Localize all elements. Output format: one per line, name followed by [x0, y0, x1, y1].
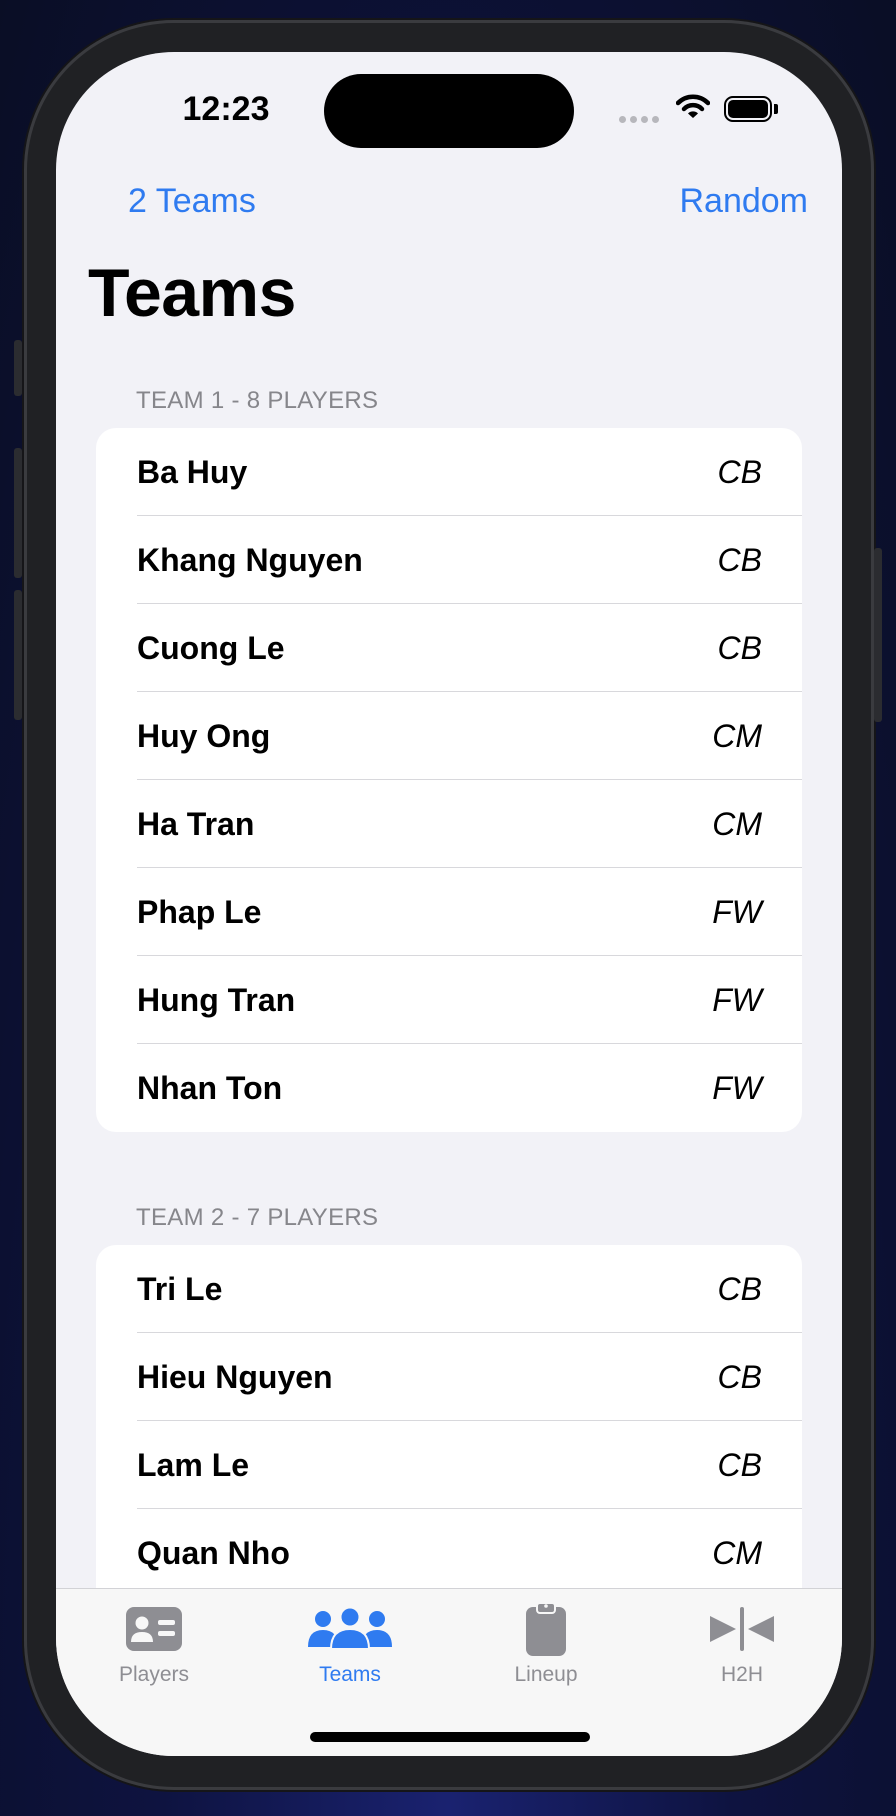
player-name: Huy Ong [137, 718, 271, 754]
team-1-header: TEAM 1 - 8 PLAYERS [136, 387, 379, 414]
player-position: CB [717, 542, 762, 578]
tab-lineup[interactable]: Lineup [448, 1589, 644, 1709]
player-name: Cuong Le [137, 630, 285, 666]
player-position: CM [712, 718, 762, 754]
page-title: Teams [88, 255, 296, 331]
volume-down-button [14, 590, 22, 720]
player-row[interactable]: Cuong Le CB [96, 604, 802, 692]
player-name: Tri Le [137, 1271, 223, 1307]
player-name: Lam Le [137, 1447, 250, 1483]
power-button [874, 548, 882, 722]
person-card-icon [56, 1599, 252, 1659]
dynamic-island [324, 74, 574, 148]
player-name: Phap Le [137, 894, 262, 930]
team-count-button[interactable]: 2 Teams [128, 182, 256, 221]
battery-tip [774, 104, 778, 114]
player-row[interactable]: Hung Tran FW [96, 956, 802, 1044]
player-name: Nhan Ton [137, 1070, 283, 1106]
cellular-signal-icon [619, 116, 661, 124]
player-row[interactable]: Khang Nguyen CB [96, 516, 802, 604]
status-time: 12:23 [182, 90, 270, 128]
player-position: CB [717, 454, 762, 490]
player-name: Ha Tran [137, 806, 255, 842]
tab-label: H2H [720, 1663, 763, 1686]
player-name: Hung Tran [137, 982, 296, 1018]
tab-label: Teams [319, 1663, 381, 1686]
tab-players[interactable]: Players [56, 1589, 252, 1709]
player-position: FW [712, 1070, 762, 1106]
team-2-list: Tri Le CB Hieu Nguyen CB Lam Le CB Quan Nho… [96, 1245, 802, 1645]
player-name: Quan Nho [137, 1535, 290, 1571]
player-row[interactable]: Nhan Ton FW [96, 1044, 802, 1132]
player-row[interactable]: Quan Nho CM [96, 1509, 802, 1597]
player-position: CB [717, 1447, 762, 1483]
tab-label: Players [118, 1663, 190, 1686]
random-button[interactable]: Random [679, 182, 808, 221]
action-button [14, 340, 22, 396]
tab-label: Lineup [514, 1663, 578, 1686]
team-2-header: TEAM 2 - 7 PLAYERS [136, 1204, 379, 1231]
player-name: Hieu Nguyen [137, 1359, 333, 1395]
player-row[interactable]: Phap Le FW [96, 868, 802, 956]
app-screen: 12:23 2 Teams Random Teams TEAM 1 - 8 PL… [56, 52, 842, 1756]
player-position: CB [717, 630, 762, 666]
player-position: FW [712, 982, 762, 1018]
player-position: FW [712, 894, 762, 930]
player-row[interactable]: Tri Le CB [96, 1245, 802, 1333]
home-indicator[interactable] [310, 1732, 590, 1742]
player-row[interactable]: Ba Huy CB [96, 428, 802, 516]
head-to-head-icon [644, 1599, 840, 1659]
wifi-icon [676, 94, 710, 118]
clipboard-icon [448, 1599, 644, 1659]
player-position: CB [717, 1271, 762, 1307]
tab-h2h[interactable]: H2H [644, 1589, 840, 1709]
player-row[interactable]: Huy Ong CM [96, 692, 802, 780]
battery-icon [724, 96, 772, 122]
player-row[interactable]: Hieu Nguyen CB [96, 1333, 802, 1421]
status-bar: 12:23 [56, 52, 842, 172]
player-row[interactable]: Ha Tran CM [96, 780, 802, 868]
tab-bar: Players Teams Lineup H2H [56, 1588, 842, 1756]
player-row[interactable]: Lam Le CB [96, 1421, 802, 1509]
player-position: CM [712, 806, 762, 842]
three-people-icon [252, 1599, 448, 1659]
player-name: Khang Nguyen [137, 542, 363, 578]
player-position: CM [712, 1535, 762, 1571]
team-1-list: Ba Huy CB Khang Nguyen CB Cuong Le CB Huy O… [96, 428, 802, 1132]
tab-teams[interactable]: Teams [252, 1589, 448, 1709]
player-position: CB [717, 1359, 762, 1395]
volume-up-button [14, 448, 22, 578]
player-name: Ba Huy [137, 454, 248, 490]
